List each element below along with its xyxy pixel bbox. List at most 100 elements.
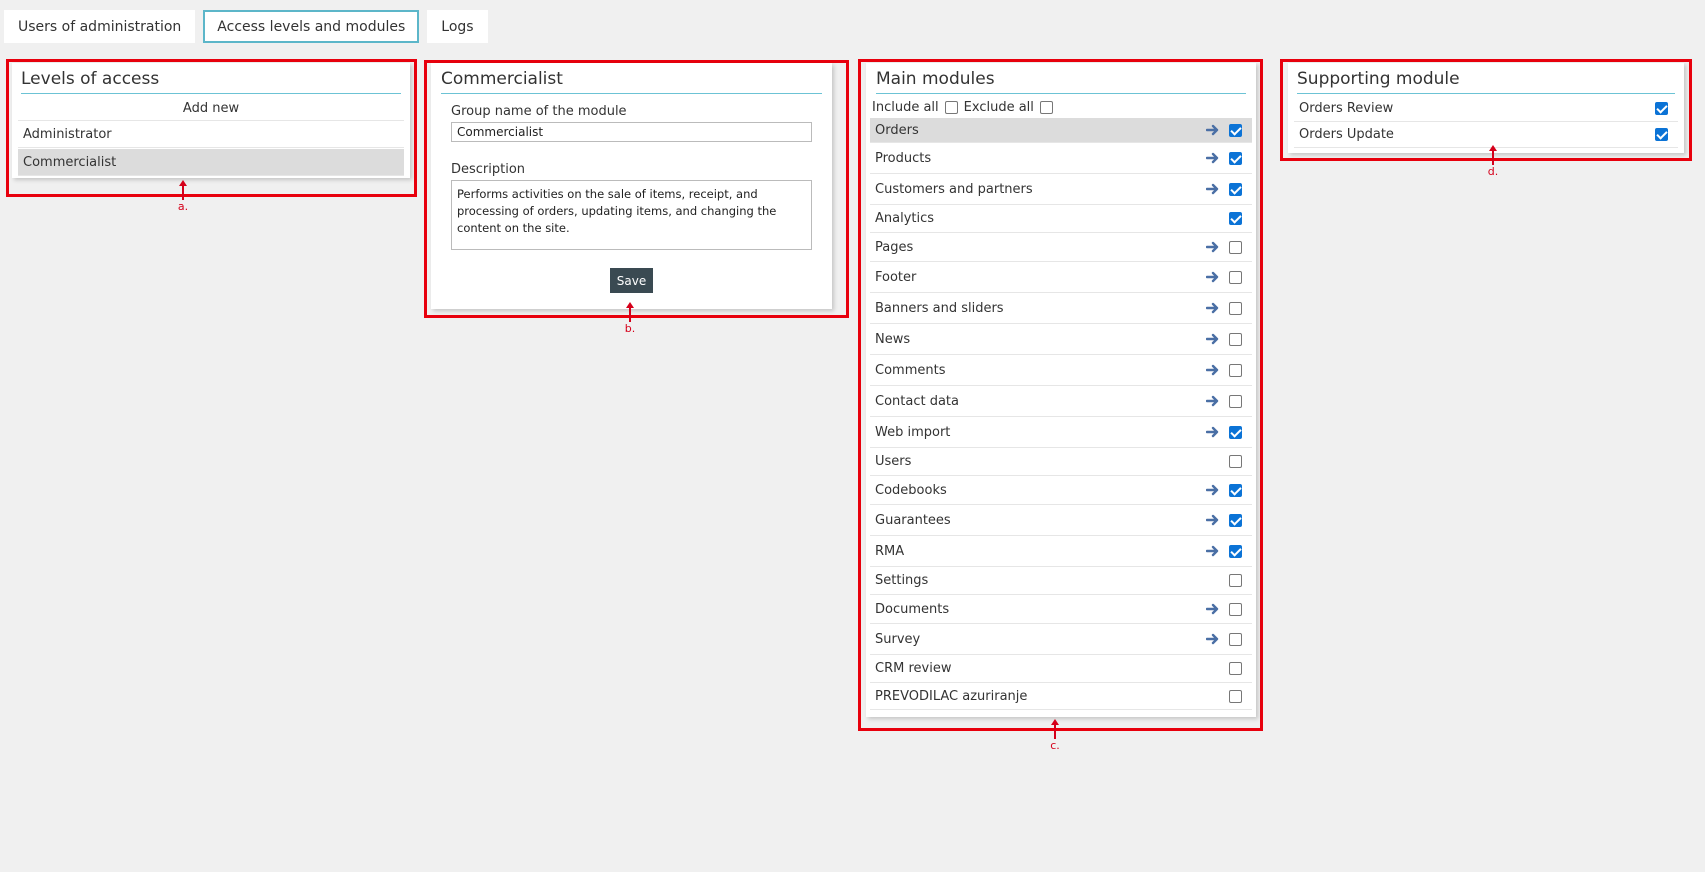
module-checkbox-documents[interactable] — [1229, 602, 1242, 616]
level-item-label: Commercialist — [23, 154, 117, 170]
module-row-codebooks[interactable]: Codebooks — [870, 476, 1252, 505]
module-label: CRM review — [875, 661, 952, 676]
module-row-comments[interactable]: Comments — [870, 355, 1252, 386]
tab-logs[interactable]: Logs — [427, 10, 488, 43]
module-checkbox-prevodilac-azuriranje[interactable] — [1229, 689, 1242, 703]
module-row-survey[interactable]: Survey — [870, 624, 1252, 655]
module-row-orders[interactable]: Orders — [870, 118, 1252, 143]
module-row-prevodilac-azuriranje[interactable]: PREVODILAC azuriranje — [870, 683, 1252, 710]
module-checkbox-contact-data[interactable] — [1229, 394, 1242, 408]
description-label: Description — [451, 162, 526, 177]
module-checkbox-survey[interactable] — [1229, 632, 1242, 646]
expand-arrow-icon[interactable] — [1203, 333, 1223, 345]
orders-update-checkbox[interactable] — [1655, 128, 1668, 141]
marker-c: c. — [1043, 719, 1067, 752]
expand-arrow-icon[interactable] — [1203, 183, 1223, 195]
module-checkbox-crm-review[interactable] — [1229, 662, 1242, 675]
module-row-settings[interactable]: Settings — [870, 567, 1252, 595]
exclude-all-label: Exclude all — [963, 99, 1034, 115]
expand-arrow-icon[interactable] — [1203, 241, 1223, 253]
module-checkbox-settings[interactable] — [1229, 574, 1242, 587]
expand-arrow-icon[interactable] — [1203, 152, 1223, 164]
module-checkbox-news[interactable] — [1229, 332, 1242, 346]
module-row-users[interactable]: Users — [870, 448, 1252, 476]
module-label: RMA — [875, 543, 905, 559]
module-checkbox-banners-and-sliders[interactable] — [1229, 301, 1242, 315]
module-checkbox-rma[interactable] — [1229, 544, 1242, 558]
module-row-pages[interactable]: Pages — [870, 233, 1252, 262]
module-checkbox-customers-and-partners[interactable] — [1229, 182, 1242, 196]
group-edit-panel: Commercialist Group name of the module C… — [431, 63, 832, 309]
module-label: Contact data — [875, 393, 959, 409]
level-item-administrator[interactable]: Administrator — [18, 121, 404, 148]
expand-arrow-icon[interactable] — [1203, 633, 1223, 645]
module-checkbox-comments[interactable] — [1229, 363, 1242, 377]
supporting-module-panel: Supporting module Orders Review Orders U… — [1288, 63, 1684, 153]
supporting-item-orders-review[interactable]: Orders Review — [1294, 96, 1678, 122]
group-name-input[interactable]: Commercialist — [451, 122, 812, 142]
module-label: Users — [875, 454, 912, 469]
expand-arrow-icon[interactable] — [1203, 545, 1223, 557]
main-modules-title: Main modules — [876, 69, 1246, 94]
expand-arrow-icon[interactable] — [1203, 302, 1223, 314]
include-all-checkbox[interactable] — [944, 100, 958, 114]
module-row-rma[interactable]: RMA — [870, 536, 1252, 567]
module-row-banners-and-sliders[interactable]: Banners and sliders — [870, 293, 1252, 324]
module-checkbox-pages[interactable] — [1229, 240, 1242, 254]
module-checkbox-analytics[interactable] — [1229, 212, 1242, 225]
supporting-item-label: Orders Update — [1299, 127, 1394, 142]
module-row-customers-and-partners[interactable]: Customers and partners — [870, 174, 1252, 205]
exclude-all-checkbox[interactable] — [1039, 100, 1053, 114]
module-checkbox-codebooks[interactable] — [1229, 483, 1242, 497]
module-label: Codebooks — [875, 482, 947, 498]
level-item-commercialist[interactable]: Commercialist — [18, 149, 404, 176]
orders-review-checkbox[interactable] — [1655, 102, 1668, 115]
expand-arrow-icon[interactable] — [1203, 364, 1223, 376]
module-row-footer[interactable]: Footer — [870, 262, 1252, 293]
module-label: Settings — [875, 573, 929, 588]
levels-panel-title: Levels of access — [21, 69, 401, 94]
module-row-guarantees[interactable]: Guarantees — [870, 505, 1252, 536]
tab-access-levels-and-modules[interactable]: Access levels and modules — [203, 10, 420, 43]
module-checkbox-footer[interactable] — [1229, 270, 1242, 284]
expand-arrow-icon[interactable] — [1203, 603, 1223, 615]
module-row-contact-data[interactable]: Contact data — [870, 386, 1252, 417]
add-new-label: Add new — [182, 100, 240, 116]
module-row-web-import[interactable]: Web import — [870, 417, 1252, 448]
module-checkbox-guarantees[interactable] — [1229, 513, 1242, 527]
supporting-module-title: Supporting module — [1297, 69, 1675, 94]
top-tabs: Users of administration Access levels an… — [4, 10, 488, 43]
levels-of-access-panel: Levels of access Add new Administrator C… — [12, 63, 410, 178]
expand-arrow-icon[interactable] — [1203, 271, 1223, 283]
description-textarea[interactable]: Performs activities on the sale of items… — [451, 180, 812, 250]
module-label: PREVODILAC azuriranje — [875, 688, 1028, 704]
group-edit-title: Commercialist — [441, 69, 822, 94]
expand-arrow-icon[interactable] — [1203, 426, 1223, 438]
expand-arrow-icon[interactable] — [1203, 484, 1223, 496]
save-button[interactable]: Save — [609, 268, 654, 293]
include-exclude-row: Include all Exclude all — [870, 96, 1252, 118]
module-label: Customers and partners — [875, 181, 1033, 197]
tab-users-of-administration[interactable]: Users of administration — [4, 10, 196, 43]
add-new-level-button[interactable]: Add new — [18, 96, 404, 121]
expand-arrow-icon[interactable] — [1203, 395, 1223, 407]
expand-arrow-icon[interactable] — [1203, 514, 1223, 526]
module-row-news[interactable]: News — [870, 324, 1252, 355]
supporting-item-label: Orders Review — [1299, 101, 1394, 116]
marker-d: d. — [1481, 145, 1505, 178]
group-name-label: Group name of the module — [451, 104, 627, 119]
module-checkbox-web-import[interactable] — [1229, 425, 1242, 439]
level-item-label: Administrator — [23, 126, 112, 142]
module-checkbox-products[interactable] — [1229, 151, 1242, 165]
module-row-documents[interactable]: Documents — [870, 595, 1252, 624]
module-checkbox-orders[interactable] — [1229, 123, 1242, 137]
module-row-analytics[interactable]: Analytics — [870, 205, 1252, 233]
marker-a: a. — [172, 180, 194, 213]
module-label: Orders — [875, 122, 919, 138]
module-row-crm-review[interactable]: CRM review — [870, 655, 1252, 683]
module-checkbox-users[interactable] — [1229, 455, 1242, 468]
module-label: Analytics — [875, 211, 935, 226]
module-row-products[interactable]: Products — [870, 143, 1252, 174]
expand-arrow-icon[interactable] — [1203, 124, 1223, 136]
supporting-item-orders-update[interactable]: Orders Update — [1294, 122, 1678, 148]
